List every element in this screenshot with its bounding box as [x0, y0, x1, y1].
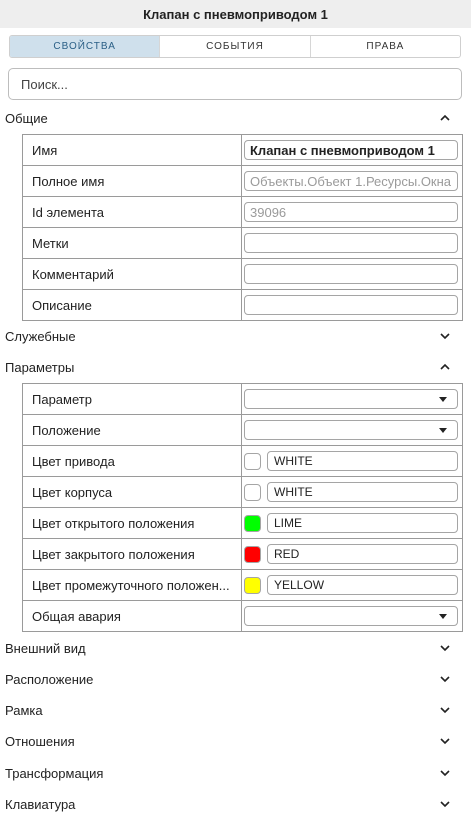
section-transform[interactable]: Трансформация: [0, 761, 471, 785]
section-relations[interactable]: Отношения: [0, 729, 471, 753]
comment-field[interactable]: [244, 264, 458, 284]
property-row-closed-color: Цвет закрытого положения: [22, 538, 463, 570]
chevron-down-icon: [440, 738, 450, 745]
body-color-field[interactable]: [267, 482, 458, 502]
tab-properties[interactable]: СВОЙСТВА: [10, 36, 161, 57]
color-swatch[interactable]: [244, 576, 261, 594]
closed-color-field[interactable]: [267, 544, 458, 564]
property-row-name: Имя: [22, 134, 463, 166]
general-alarm-select[interactable]: [244, 606, 458, 626]
section-appearance-label: Внешний вид: [5, 640, 86, 656]
chevron-down-icon: [440, 770, 450, 777]
property-row-description: Описание: [22, 289, 463, 321]
section-frame-label: Рамка: [5, 702, 43, 718]
color-swatch[interactable]: [244, 452, 261, 470]
tab-bar: СВОЙСТВА СОБЫТИЯ ПРАВА: [9, 35, 461, 58]
property-row-parameter: Параметр: [22, 383, 463, 415]
tab-events[interactable]: СОБЫТИЯ: [160, 36, 311, 57]
caret-down-icon: [439, 614, 447, 619]
property-row-element-id: Id элемента: [22, 196, 463, 228]
property-label: Комментарий: [22, 258, 242, 290]
tab-rights[interactable]: ПРАВА: [311, 36, 460, 57]
drive-color-field[interactable]: [267, 451, 458, 471]
chevron-up-icon: [440, 363, 450, 370]
general-properties-grid: Имя Полное имя Id элемента Метки Коммент…: [22, 134, 463, 321]
element-id-field[interactable]: [244, 202, 458, 222]
chevron-down-icon: [440, 333, 450, 340]
chevron-down-icon: [440, 676, 450, 683]
section-keyboard[interactable]: Клавиатура: [0, 792, 471, 816]
parameter-select[interactable]: [244, 389, 458, 409]
name-field[interactable]: [244, 140, 458, 160]
section-appearance[interactable]: Внешний вид: [0, 636, 471, 660]
property-row-comment: Комментарий: [22, 258, 463, 290]
color-swatch[interactable]: [244, 483, 261, 501]
property-label: Положение: [22, 414, 242, 446]
property-label: Имя: [22, 134, 242, 166]
property-row-position: Положение: [22, 414, 463, 446]
section-parameters-label: Параметры: [5, 359, 75, 375]
intermediate-color-field[interactable]: [267, 575, 458, 595]
section-relations-label: Отношения: [5, 733, 75, 749]
parameters-grid: Параметр Положение Цвет привода Цвет кор…: [22, 383, 463, 632]
chevron-down-icon: [440, 645, 450, 652]
property-label: Цвет открытого положения: [22, 507, 242, 539]
property-row-drive-color: Цвет привода: [22, 445, 463, 477]
property-label: Цвет промежуточного положен...: [22, 569, 242, 601]
property-label: Описание: [22, 289, 242, 321]
chevron-down-icon: [440, 707, 450, 714]
description-field[interactable]: [244, 295, 458, 315]
property-label: Цвет привода: [22, 445, 242, 477]
property-row-intermediate-color: Цвет промежуточного положен...: [22, 569, 463, 601]
color-swatch[interactable]: [244, 514, 261, 532]
property-label: Параметр: [22, 383, 242, 415]
caret-down-icon: [439, 397, 447, 402]
section-transform-label: Трансформация: [5, 765, 104, 781]
section-location-label: Расположение: [5, 671, 94, 687]
position-select[interactable]: [244, 420, 458, 440]
section-frame[interactable]: Рамка: [0, 698, 471, 722]
property-label: Id элемента: [22, 196, 242, 228]
property-label: Общая авария: [22, 600, 242, 632]
open-color-field[interactable]: [267, 513, 458, 533]
property-row-body-color: Цвет корпуса: [22, 476, 463, 508]
property-row-tags: Метки: [22, 227, 463, 259]
full-name-field[interactable]: [244, 171, 458, 191]
property-row-full-name: Полное имя: [22, 165, 463, 197]
chevron-down-icon: [440, 801, 450, 808]
search-input[interactable]: [8, 68, 462, 100]
property-row-general-alarm: Общая авария: [22, 600, 463, 632]
section-general-label: Общие: [5, 110, 48, 126]
section-keyboard-label: Клавиатура: [5, 796, 76, 812]
section-service-label: Служебные: [5, 328, 76, 344]
property-label: Полное имя: [22, 165, 242, 197]
section-service[interactable]: Служебные: [0, 324, 471, 348]
property-label: Цвет корпуса: [22, 476, 242, 508]
caret-down-icon: [439, 428, 447, 433]
window-title: Клапан с пневмоприводом 1: [0, 0, 471, 28]
property-label: Цвет закрытого положения: [22, 538, 242, 570]
section-location[interactable]: Расположение: [0, 667, 471, 691]
section-general[interactable]: Общие: [0, 106, 471, 130]
property-row-open-color: Цвет открытого положения: [22, 507, 463, 539]
chevron-up-icon: [440, 114, 450, 121]
section-parameters[interactable]: Параметры: [0, 355, 471, 379]
tags-field[interactable]: [244, 233, 458, 253]
property-label: Метки: [22, 227, 242, 259]
color-swatch[interactable]: [244, 545, 261, 563]
